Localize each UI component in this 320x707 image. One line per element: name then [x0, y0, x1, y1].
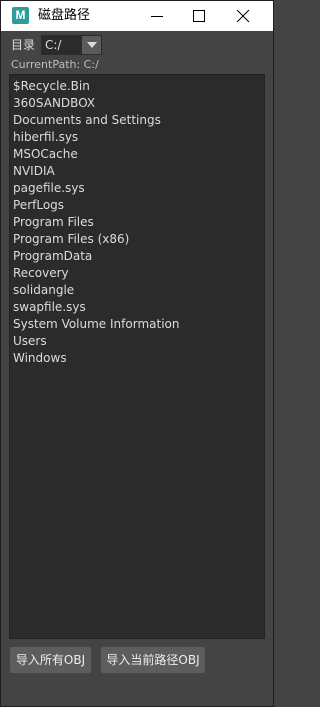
file-list-item[interactable]: Windows — [13, 350, 67, 367]
file-list-item[interactable]: hiberfil.sys — [13, 129, 78, 146]
file-list-item[interactable]: solidangle — [13, 282, 74, 299]
file-list-item[interactable]: $Recycle.Bin — [13, 78, 90, 95]
window-title: 磁盘路径 — [38, 8, 91, 23]
disk-path-window: M 磁盘路径 目录 C:/ CurrentPath: C:/ $Recycle.… — [0, 0, 274, 707]
import-current-path-obj-button[interactable]: 导入当前路径OBJ — [101, 647, 205, 673]
file-list-item[interactable]: System Volume Information — [13, 316, 179, 333]
directory-select-value: C:/ — [45, 38, 62, 52]
directory-select[interactable]: C:/ — [41, 35, 102, 55]
file-list-item[interactable]: NVIDIA — [13, 163, 55, 180]
file-list-item[interactable]: Users — [13, 333, 47, 350]
minimize-button[interactable] — [137, 1, 177, 31]
file-list-item[interactable]: 360SANDBOX — [13, 95, 95, 112]
import-all-obj-button[interactable]: 导入所有OBJ — [10, 647, 91, 673]
title-bar[interactable]: M 磁盘路径 — [1, 1, 273, 31]
maya-app-icon: M — [12, 7, 29, 24]
close-button[interactable] — [223, 1, 263, 31]
close-icon — [236, 9, 250, 23]
file-list-item[interactable]: ProgramData — [13, 248, 92, 265]
dropdown-arrow-button[interactable] — [82, 36, 101, 54]
file-list-item[interactable]: Program Files — [13, 214, 94, 231]
minimize-icon — [151, 16, 163, 17]
file-list[interactable]: $Recycle.Bin 360SANDBOX Documents and Sett… — [9, 74, 265, 639]
file-list-item[interactable]: swapfile.sys — [13, 299, 86, 316]
file-list-item[interactable]: pagefile.sys — [13, 180, 85, 197]
current-path-label: CurrentPath: C:/ — [11, 58, 99, 71]
directory-label: 目录 — [11, 38, 36, 52]
maximize-button[interactable] — [179, 1, 219, 31]
file-list-item[interactable]: Recovery — [13, 265, 69, 282]
file-list-item[interactable]: Program Files (x86) — [13, 231, 129, 248]
maximize-icon — [193, 10, 205, 22]
file-list-item[interactable]: MSOCache — [13, 146, 78, 163]
file-list-item[interactable]: Documents and Settings — [13, 112, 161, 129]
file-list-item[interactable]: PerfLogs — [13, 197, 64, 214]
chevron-down-icon — [87, 42, 97, 48]
bottom-strip — [1, 679, 273, 706]
